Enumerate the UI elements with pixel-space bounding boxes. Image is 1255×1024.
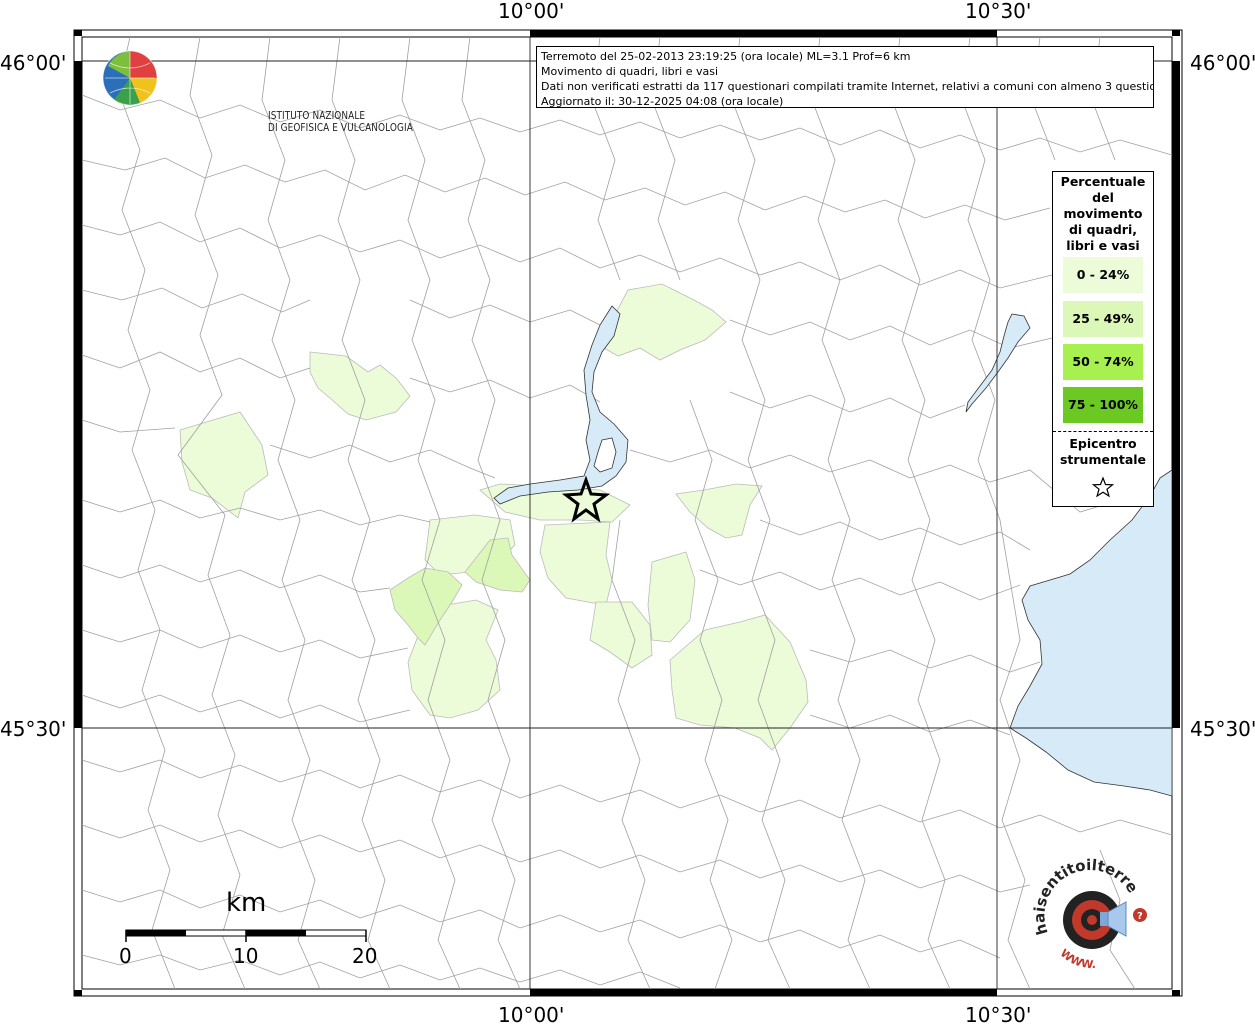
scale-tick-10: 10	[233, 944, 259, 968]
ingv-name-line1: ISTITUTO NAZIONALE	[268, 110, 366, 122]
legend-title: Percentuale del movimento di quadri, lib…	[1053, 174, 1153, 254]
map-subject: Movimento di quadri, libri e vasi	[541, 65, 719, 78]
lat-label-left-46-00: 46°00'	[0, 51, 66, 75]
ingv-logo: ISTITUTO NAZIONALE DI GEOFISICA E VULCAN…	[100, 48, 413, 134]
lat-label-right-46-00: 46°00'	[1190, 51, 1255, 75]
lat-label-right-45-30: 45°30'	[1190, 717, 1255, 741]
legend-epicenter-line: strumentale	[1059, 452, 1147, 467]
star-outline-icon	[1092, 476, 1114, 498]
data-note: Dati non verificati estratti da 117 ques…	[541, 80, 1154, 93]
lon-label-bottom-10-30: 10°30'	[965, 1003, 1031, 1024]
legend-class-0-24: 0 - 24%	[1063, 257, 1143, 293]
legend-divider	[1053, 431, 1153, 432]
legend-class-75-100: 75 - 100%	[1063, 387, 1143, 423]
legend-class-25-49: 25 - 49%	[1063, 301, 1143, 337]
legend-title-line: libri e vasi	[1066, 238, 1140, 253]
hst-www: WWW.	[1058, 947, 1096, 972]
legend-class-50-74: 50 - 74%	[1063, 344, 1143, 380]
updated-at: Aggiornato il: 30-12-2025 04:08 (ora loc…	[541, 95, 784, 108]
scale-tick-20: 20	[352, 944, 378, 968]
legend-epicenter-label: Epicentro strumentale	[1053, 436, 1153, 468]
legend: Percentuale del movimento di quadri, lib…	[1052, 171, 1154, 507]
ingv-name: ISTITUTO NAZIONALE DI GEOFISICA E VULCAN…	[268, 110, 413, 134]
legend-title-line: di quadri,	[1068, 222, 1137, 237]
scale-tick-0: 0	[119, 944, 132, 968]
ingv-name-line2: DI GEOFISICA E VULCANOLOGIA	[268, 122, 413, 134]
event-title: Terremoto del 25-02-2013 23:19:25 (ora l…	[541, 50, 911, 63]
event-info-box: Terremoto del 25-02-2013 23:19:25 (ora l…	[536, 46, 1154, 108]
ingv-globe-icon	[102, 50, 158, 106]
svg-text:?: ?	[1137, 911, 1143, 922]
legend-title-line: Percentuale	[1060, 174, 1146, 189]
legend-title-line: movimento	[1063, 206, 1143, 221]
legend-epicenter-line: Epicentro	[1069, 436, 1137, 451]
lon-label-top-10-00: 10°00'	[498, 0, 564, 23]
legend-title-line: del	[1092, 190, 1114, 205]
lon-label-bottom-10-00: 10°00'	[498, 1003, 564, 1024]
lon-label-top-10-30: 10°30'	[965, 0, 1031, 23]
haisentitoilterremoto-logo: haisentitoilterremoto.it WWW. ?	[1022, 844, 1150, 973]
lat-label-left-45-30: 45°30'	[0, 717, 66, 741]
scale-unit: km	[226, 888, 267, 918]
